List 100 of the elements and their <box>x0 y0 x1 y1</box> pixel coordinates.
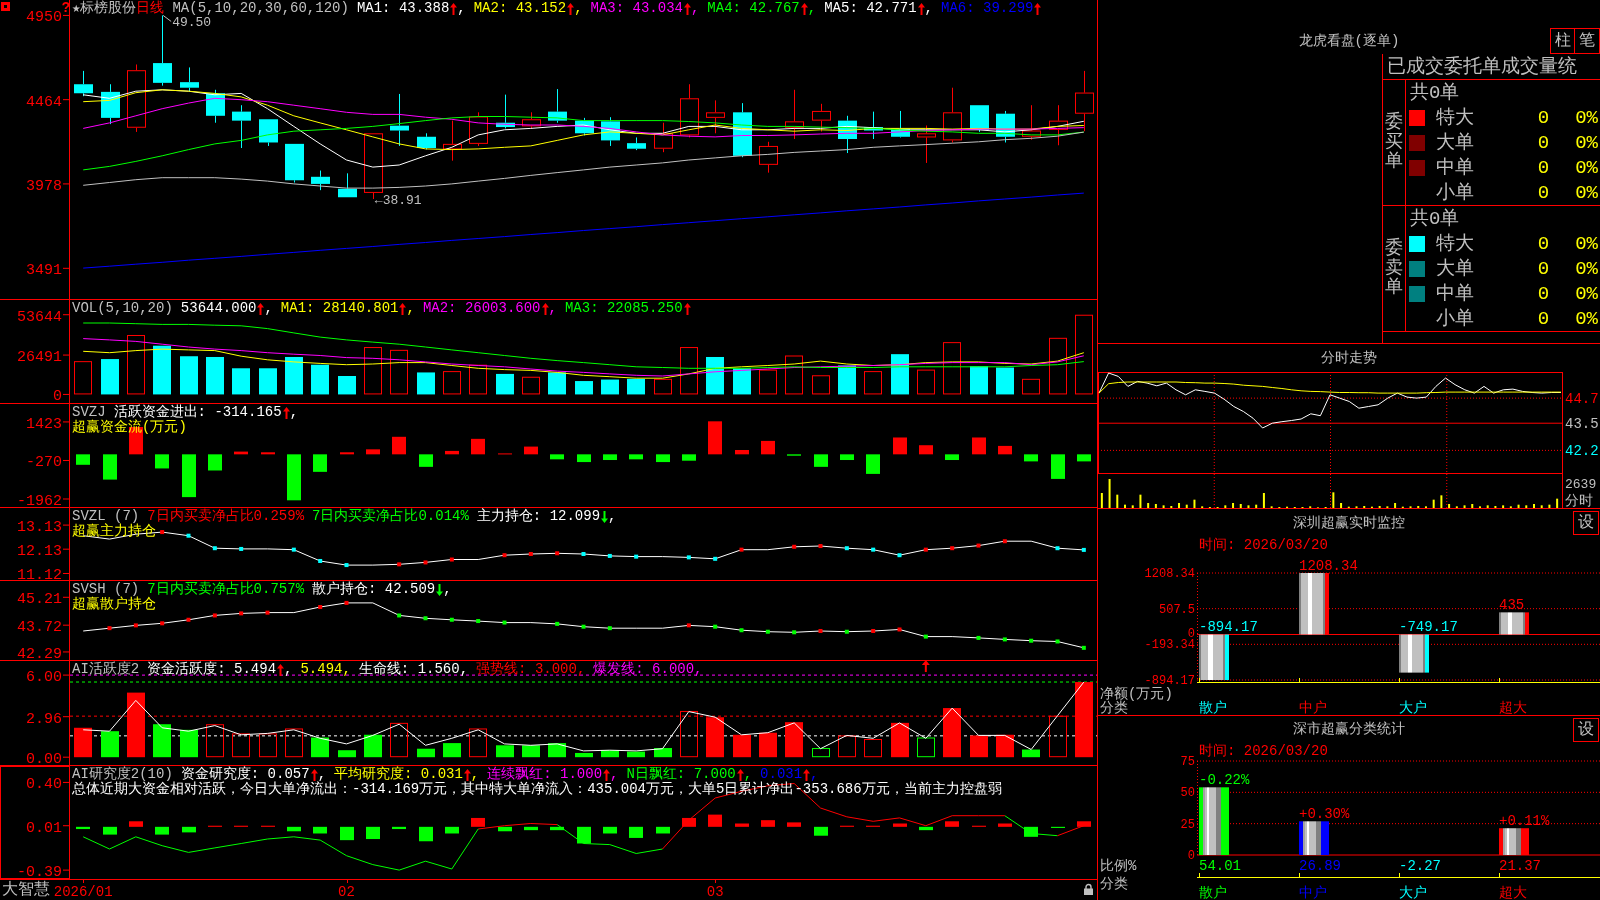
indicator-label: 强势线: 3.000, <box>476 662 586 677</box>
separator-text: , <box>443 582 452 597</box>
group-label: 委买单 <box>1385 112 1403 173</box>
panel-title: 龙虎看盘(逐单) <box>1298 32 1400 50</box>
indicator-label: 活跃资金进出: -314.165 <box>113 405 282 420</box>
axis-label: 45.21 <box>17 591 62 609</box>
value-label: 26.89 <box>1299 858 1341 874</box>
order-total: 共0单 <box>1410 81 1460 104</box>
indicator-label: MA1: 43.388 <box>356 1 450 16</box>
order-count: 0 <box>1537 181 1550 204</box>
indicator-label: 0.031 <box>760 767 803 782</box>
axis-label: 43.5 <box>1565 416 1599 433</box>
axis-label: 43.72 <box>17 619 62 637</box>
indicator-label: 平均研究度: 0.031 <box>334 767 463 782</box>
indicator-label: MA3: 43.034 <box>590 1 683 16</box>
order-count: 0 <box>1537 232 1550 255</box>
category-label: 大户 <box>1399 700 1427 715</box>
date-label: 2026/01 <box>53 884 113 900</box>
indicator-label: 资金研究度: 0.057 <box>180 767 310 782</box>
category-label: 超大 <box>1499 700 1527 715</box>
value-label: -749.17 <box>1399 619 1458 636</box>
order-count: 0 <box>1537 307 1550 330</box>
indicator-label: SVZL (7) <box>72 509 140 524</box>
panel-title: 深市超赢分类统计 <box>1293 720 1405 738</box>
value-label: 1208.34 <box>1299 558 1358 574</box>
indicator-label: MA(5,10,20,30,60,120) <box>172 1 349 16</box>
indicator-label: N日飘红: 7.000 <box>626 767 736 782</box>
axis-label: 12.13 <box>17 543 62 561</box>
separator-text: , <box>264 301 273 316</box>
axis-label: 44.7 <box>1565 391 1599 408</box>
indicator-caption: 超赢散户持仓 <box>72 597 156 612</box>
date-label: 03 <box>706 884 724 900</box>
axis-label: 0.01 <box>26 819 62 837</box>
order-size-label: 中单 <box>1436 282 1474 305</box>
separator-text: , <box>284 662 293 677</box>
indicator-label: 7日内买卖净占比0.259% <box>147 509 305 524</box>
axis-label: 2.96 <box>26 710 62 728</box>
category-label: 中户 <box>1299 885 1327 900</box>
indicator-label: 主力持仓: 12.099 <box>476 509 601 524</box>
volume-scale-label: 2639 <box>1565 477 1597 492</box>
axis-label: 0 <box>53 388 62 403</box>
separator-text: , <box>924 1 933 16</box>
indicator-label: MA2: 26003.600 <box>422 301 541 316</box>
indicator-label: MA2: 43.152 <box>473 1 567 16</box>
order-size-label: 大单 <box>1436 131 1474 154</box>
period-label: 日线 <box>136 1 165 16</box>
separator-text: , <box>574 1 583 16</box>
axis-title: 分类 <box>1100 876 1128 892</box>
value-label: 435 <box>1499 597 1525 614</box>
separator-text: , <box>548 301 557 316</box>
indicator-label: MA4: 42.767 <box>707 1 800 16</box>
panel-title: 分时走势 <box>1321 349 1377 367</box>
separator-text: , <box>807 1 817 16</box>
stock-name: ★标榜股份 <box>72 1 137 16</box>
value-label: 54.01 <box>1199 858 1241 874</box>
change-label: +0.30% <box>1299 806 1350 823</box>
separator-text: , <box>289 405 299 420</box>
table-title: 已成交委托单成交量统 <box>1387 54 1577 79</box>
order-share: 0% <box>1575 307 1598 330</box>
order-size-label: 小单 <box>1436 181 1474 204</box>
axis-title: 分时 <box>1565 493 1593 508</box>
axis-label: 42.29 <box>17 645 62 660</box>
axis-label: 0.00 <box>26 751 62 765</box>
value-label: -2.27 <box>1399 858 1441 874</box>
axis-label: 0 <box>1187 849 1195 863</box>
indicator-label: MA3: 22085.250 <box>564 301 683 316</box>
indicator-label: MA6: 39.299 <box>941 1 1034 16</box>
indicator-label: VOL(5,10,20) <box>72 301 173 316</box>
axis-label: 26491 <box>17 349 62 367</box>
price-annotation: ←38.91 <box>374 193 422 208</box>
order-size-label: 特大 <box>1436 232 1474 255</box>
separator-text: , <box>743 767 753 782</box>
indicator-label: SVZJ <box>72 405 106 420</box>
brand-logo: 大智慧 <box>2 880 50 900</box>
axis-label: 42.2 <box>1565 443 1599 460</box>
group-label: 委卖单 <box>1385 238 1403 299</box>
order-count: 0 <box>1537 106 1550 129</box>
indicator-label: 7日内买卖净占比0.757% <box>147 582 305 597</box>
category-label: 超大 <box>1499 885 1527 900</box>
category-label: 大户 <box>1399 885 1427 900</box>
category-label: 散户 <box>1199 885 1227 900</box>
axis-label: -894.17 <box>1144 674 1195 688</box>
axis-label: 11.12 <box>17 567 62 580</box>
axis-label: 0.40 <box>26 776 62 794</box>
axis-label: 50 <box>1180 786 1195 801</box>
order-count: 0 <box>1537 156 1550 179</box>
indicator-label: MA5: 42.771 <box>824 1 917 16</box>
order-size-label: 特大 <box>1436 106 1474 129</box>
help-mark: ? <box>61 0 71 16</box>
axis-label: -1962 <box>17 493 62 507</box>
value-label: 21.37 <box>1499 858 1541 874</box>
axis-label: 3978 <box>26 177 62 195</box>
axis-title: 净额(万元) <box>1100 686 1173 702</box>
chart-subtitle: 时间: 2026/03/20 <box>1199 743 1328 759</box>
order-count: 0 <box>1537 131 1550 154</box>
price-annotation: 49.50 <box>172 15 212 31</box>
separator-text: , <box>690 1 700 16</box>
indicator-label: 资金活跃度: 5.494 <box>147 662 277 677</box>
category-label: 中户 <box>1299 700 1327 715</box>
indicator-label: 53644.000 <box>180 301 257 316</box>
